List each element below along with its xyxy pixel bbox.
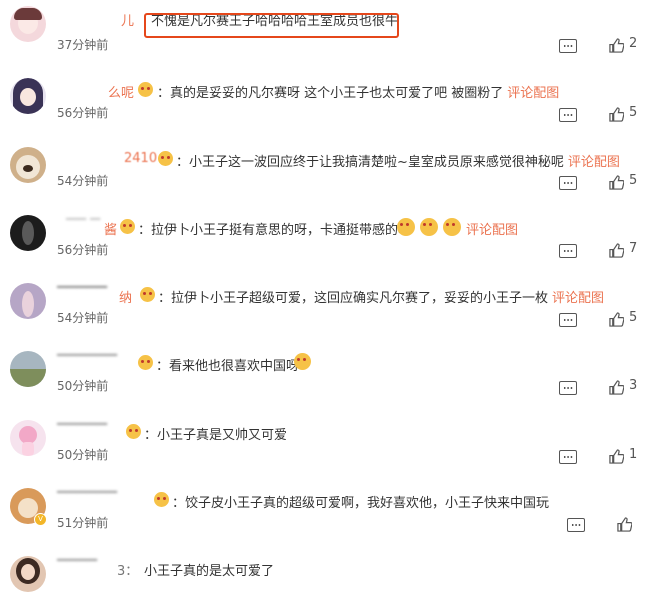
comment-text: 小王子真的是太可爱了	[144, 564, 275, 579]
timestamp: 56分钟前	[57, 243, 109, 257]
vip-emoji-icon	[126, 424, 141, 439]
username-blurred[interactable]: ▔▔▔▔▔▔	[57, 355, 117, 370]
comment-image-link[interactable]: 评论配图	[568, 155, 620, 170]
vip-emoji-icon	[138, 355, 153, 370]
like-icon[interactable]	[609, 312, 624, 327]
comment-text-body: 真的是妥妥的凡尔赛呀 这个小王子也太可爱了吧 被圈粉了	[170, 86, 504, 101]
username-blurred[interactable]: ▔▔ ▔	[66, 219, 100, 234]
comment-text: ：拉伊卜小王子挺有意思的呀，卡通挺带感的呢	[138, 223, 412, 238]
like-count: 5	[629, 310, 638, 325]
timestamp: 50分钟前	[57, 448, 109, 462]
excited-emoji-icon	[294, 353, 311, 370]
comment-text: ：小王子真是又帅又可爱	[144, 428, 288, 443]
username-blurred[interactable]: ▔▔▔▔▔▔	[57, 492, 117, 507]
reply-icon[interactable]	[559, 450, 577, 464]
verified-badge: V	[34, 513, 47, 526]
username-blurred[interactable]: ▔▔▔▔▔	[57, 424, 107, 439]
like-icon[interactable]	[609, 107, 624, 122]
avatar[interactable]	[10, 556, 46, 592]
comment-item: 么呢 ：真的是妥妥的凡尔赛呀 这个小王子也太可爱了吧 被圈粉了 评论配图 56分钟…	[0, 78, 660, 146]
avatar[interactable]	[10, 351, 46, 387]
avatar[interactable]	[10, 6, 46, 42]
username[interactable]: 纳	[119, 287, 132, 306]
reply-icon[interactable]	[559, 381, 577, 395]
vip-emoji-icon	[120, 219, 135, 234]
like-count: 3	[629, 378, 638, 393]
comment-text-body: 拉伊卜小王子挺有意思的呀，卡通挺带感的呢	[151, 223, 412, 238]
vip-emoji-icon	[154, 492, 169, 507]
timestamp: 37分钟前	[57, 38, 109, 52]
comment-text-body: 看来他也很喜欢中国呀	[169, 359, 300, 374]
vip-emoji-icon	[138, 82, 153, 97]
like-icon[interactable]	[617, 517, 632, 532]
like-icon[interactable]	[609, 175, 624, 190]
reply-icon[interactable]	[559, 108, 577, 122]
comment-item: ▔▔▔▔▔▔ ：看来他也很喜欢中国呀 50分钟前 3	[0, 351, 660, 419]
reply-icon[interactable]	[559, 244, 577, 258]
avatar[interactable]	[10, 147, 46, 183]
like-count: 5	[629, 173, 638, 188]
like-icon[interactable]	[609, 380, 624, 395]
avatar[interactable]	[10, 420, 46, 456]
comment-text: ：拉伊卜小王子超级可爱，这回应确实凡尔赛了，妥妥的小王子一枚 评论配图	[158, 291, 605, 306]
comment-item: ▔▔▔▔▔ ：小王子真是又帅又可爱 50分钟前 1	[0, 420, 660, 488]
username[interactable]: 2410	[124, 151, 157, 166]
comment-text-body: 拉伊卜小王子超级可爱，这回应确实凡尔赛了，妥妥的小王子一枚	[171, 291, 549, 306]
timestamp: 54分钟前	[57, 174, 109, 188]
comment-image-link[interactable]: 评论配图	[507, 86, 559, 101]
comment-image-link[interactable]: 评论配图	[552, 291, 604, 306]
comment-text: ：饺子皮小王子真的超级可爱啊，我好喜欢他，小王子快来中国玩	[172, 496, 550, 511]
comment-text-body: 小王子真是又帅又可爱	[157, 428, 288, 443]
comment-image-link[interactable]: 评论配图	[466, 219, 518, 238]
reply-icon[interactable]	[559, 39, 577, 53]
username[interactable]: 么呢	[108, 82, 134, 101]
vip-emoji-icon	[158, 151, 173, 166]
reply-icon[interactable]	[559, 313, 577, 327]
comment-text-body: 饺子皮小王子真的超级可爱啊，我好喜欢他，小王子快来中国玩	[185, 496, 550, 511]
like-count: 1	[629, 447, 638, 462]
vip-emoji-icon	[140, 287, 155, 302]
avatar[interactable]	[10, 215, 46, 251]
avatar[interactable]	[10, 283, 46, 319]
comment-text-body: 小王子这一波回应终于让我搞清楚啦~皇室成员原来感觉很神秘呢	[189, 155, 564, 170]
like-count: 5	[629, 105, 638, 120]
reply-icon[interactable]	[567, 518, 585, 532]
timestamp: 56分钟前	[57, 106, 109, 120]
comment-item: 2410 ：小王子这一波回应终于让我搞清楚啦~皇室成员原来感觉很神秘呢 评论配图 …	[0, 147, 660, 215]
comment-item: V ▔▔▔▔▔▔ ：饺子皮小王子真的超级可爱啊，我好喜欢他，小王子快来中国玩 5…	[0, 488, 660, 556]
comment-text: ：小王子这一波回应终于让我搞清楚啦~皇室成员原来感觉很神秘呢 评论配图	[176, 155, 620, 170]
like-count: 2	[629, 36, 638, 51]
timestamp: 54分钟前	[57, 311, 109, 325]
timestamp: 50分钟前	[57, 379, 109, 393]
crying-emoji-icon	[443, 218, 461, 236]
comment-text: ：真的是妥妥的凡尔赛呀 这个小王子也太可爱了吧 被圈粉了 评论配图	[157, 86, 560, 101]
username-blurred[interactable]: ▔▔▔▔	[57, 560, 97, 575]
comment-item: ▔▔▔▔ 3： 小王子真的是太可爱了	[0, 556, 660, 592]
highlight-box	[144, 13, 399, 38]
username[interactable]: 酱	[104, 219, 117, 238]
crying-emoji-icon	[420, 218, 438, 236]
comment-item: ▔▔▔▔▔ 纳 ：拉伊卜小王子超级可爱，这回应确实凡尔赛了，妥妥的小王子一枚 评论…	[0, 283, 660, 351]
username-blurred[interactable]: ▔▔▔▔▔	[57, 287, 107, 302]
like-icon[interactable]	[609, 243, 624, 258]
avatar[interactable]	[10, 78, 46, 114]
like-icon[interactable]	[609, 449, 624, 464]
comment-item: 儿 不愧是凡尔赛王子哈哈哈哈王室成员也很牛 37分钟前 2	[0, 6, 660, 74]
like-icon[interactable]	[609, 38, 624, 53]
comment-item: ▔▔ ▔ 酱 ：拉伊卜小王子挺有意思的呀，卡通挺带感的呢 评论配图 56分钟前 …	[0, 215, 660, 283]
timestamp: 51分钟前	[57, 516, 109, 530]
username[interactable]: 儿	[121, 10, 134, 29]
reply-icon[interactable]	[559, 176, 577, 190]
crying-emoji-icon	[397, 218, 415, 236]
comment-text: ：看来他也很喜欢中国呀	[156, 359, 300, 374]
username[interactable]: 3：	[117, 560, 138, 579]
like-count: 7	[629, 241, 638, 256]
